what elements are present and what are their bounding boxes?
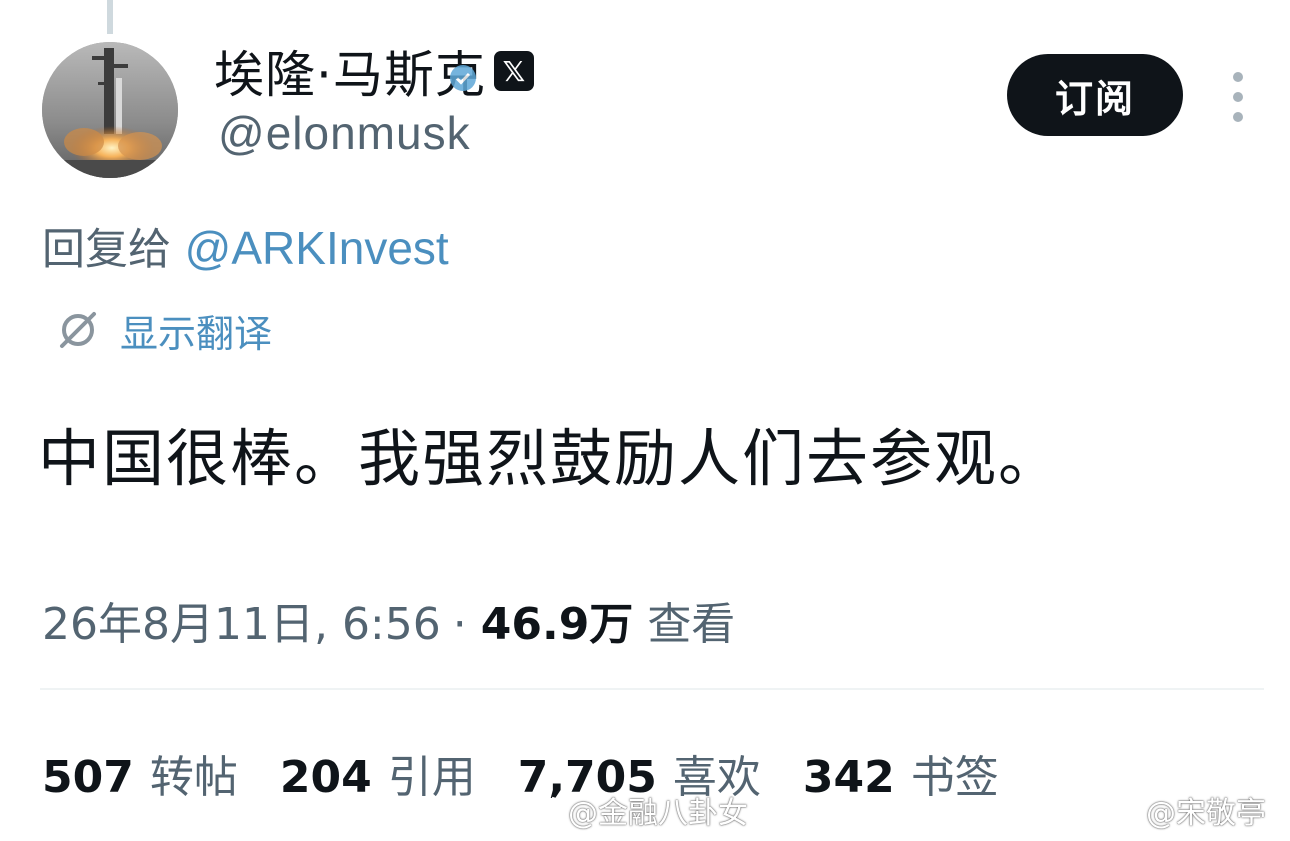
author-handle[interactable]: @elonmusk bbox=[218, 106, 471, 160]
stat-quotes[interactable]: 204 引用 bbox=[280, 741, 476, 805]
divider bbox=[40, 688, 1264, 690]
stat-label: 转帖 bbox=[149, 752, 238, 803]
tweet-meta-row: 26年8月11日, 6:56 · 46.9万 查看 bbox=[42, 588, 735, 652]
reply-prefix: 回复给 bbox=[42, 225, 171, 275]
meta-separator: · bbox=[452, 599, 467, 650]
stat-count: 342 bbox=[802, 752, 895, 803]
watermark: @宋敬亭 bbox=[1098, 788, 1266, 832]
watermark: @金融八卦女 bbox=[520, 788, 748, 832]
x-logo-icon: 𝕏 bbox=[493, 51, 534, 91]
weibo-icon bbox=[1099, 796, 1140, 827]
watermark-text: @金融八卦女 bbox=[568, 796, 748, 831]
verified-badge-icon bbox=[449, 65, 476, 91]
stat-reposts[interactable]: 507 转帖 bbox=[42, 741, 238, 805]
author-avatar[interactable] bbox=[42, 42, 178, 178]
watermark-text: @宋敬亭 bbox=[1146, 796, 1266, 831]
view-label: 查看 bbox=[647, 599, 736, 650]
view-count: 46.9万 bbox=[480, 599, 634, 650]
rocket-launch-avatar-icon bbox=[42, 42, 178, 178]
reply-to-line: 回复给 @ARKInvest bbox=[42, 215, 449, 277]
subscribe-button[interactable]: 订阅 bbox=[1007, 54, 1183, 136]
reply-mention-link[interactable]: @ARKInvest bbox=[185, 222, 449, 274]
show-translation-link[interactable]: 显示翻译 bbox=[56, 305, 273, 356]
author-name-row: 埃隆·马斯克 𝕏 bbox=[214, 36, 534, 106]
weibo-icon bbox=[521, 796, 562, 827]
translate-icon bbox=[60, 312, 96, 348]
stat-count: 507 bbox=[42, 752, 134, 803]
stat-count: 204 bbox=[279, 752, 372, 803]
tweet-body-text: 中国很棒。我强烈鼓励人们去参观。 bbox=[38, 422, 1063, 495]
stat-label: 引用 bbox=[387, 752, 476, 803]
show-translation-label: 显示翻译 bbox=[120, 311, 273, 356]
stat-bookmarks[interactable]: 342 书签 bbox=[803, 741, 999, 805]
author-display-name[interactable]: 埃隆·马斯克 bbox=[214, 35, 486, 107]
more-vertical-icon[interactable] bbox=[1224, 72, 1252, 122]
stat-label: 书签 bbox=[910, 752, 999, 803]
thread-connector-line bbox=[107, 0, 113, 34]
tweet-timestamp[interactable]: 26年8月11日, 6:56 bbox=[42, 588, 441, 652]
